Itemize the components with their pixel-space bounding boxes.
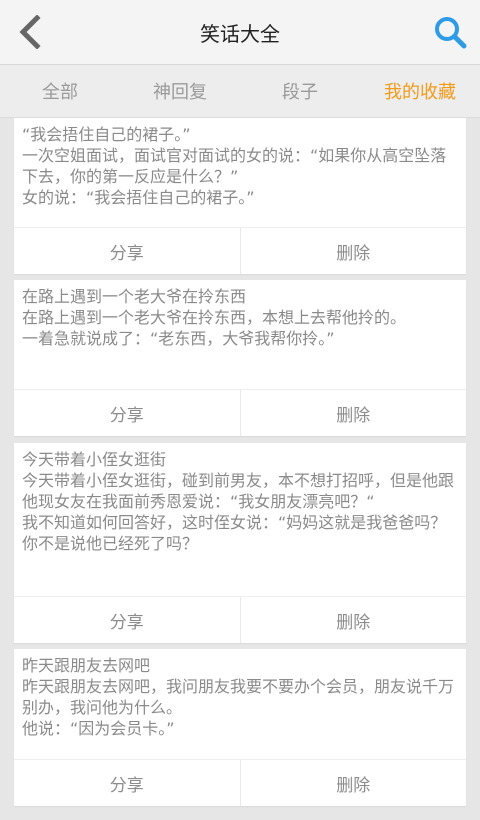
joke-text: 一次空姐面试，面试官对面试的女的说：“如果你从高空坠落下去，你的第一反应是什么？… (22, 146, 447, 207)
delete-button[interactable]: 删除 (239, 760, 467, 806)
tab-all[interactable]: 全部 (0, 65, 120, 117)
share-button[interactable]: 分享 (14, 228, 240, 274)
tab-jokes[interactable]: 段子 (240, 65, 360, 117)
joke-card: “我会捂住自己的裙子。” 一次空姐面试，面试官对面试的女的说：“如果你从高空坠落… (14, 118, 466, 274)
joke-card: 今天带着小侄女逛街 今天带着小侄女逛街，碰到前男友，本不想打招呼，但是他跟他现女… (14, 443, 466, 643)
joke-title: 今天带着小侄女逛街 (22, 450, 167, 469)
card-actions: 分享 删除 (14, 227, 466, 274)
share-button[interactable]: 分享 (14, 597, 240, 643)
tab-my-favorites[interactable]: 我的收藏 (360, 65, 480, 117)
delete-button[interactable]: 删除 (239, 390, 467, 436)
card-actions: 分享 删除 (14, 596, 466, 643)
joke-text: 今天带着小侄女逛街，碰到前男友，本不想打招呼，但是他跟他现女友在我面前秀恩爱说：… (22, 471, 455, 553)
search-button[interactable] (428, 10, 472, 54)
delete-button[interactable]: 删除 (239, 228, 467, 274)
card-actions: 分享 删除 (14, 389, 466, 436)
joke-text: 昨天跟朋友去网吧，我问朋友我要不要办个会员，朋友说千万别办，我问他为什么。 他说… (22, 677, 455, 738)
top-bar: 笑话大全 (0, 0, 480, 65)
joke-title: 在路上遇到一个老大爷在拎东西 (22, 287, 247, 306)
joke-title: “我会捂住自己的裙子。” (22, 125, 191, 144)
joke-card: 在路上遇到一个老大爷在拎东西 在路上遇到一个老大爷在拎东西，本想上去帮他拎的。 … (14, 280, 466, 436)
joke-text: 在路上遇到一个老大爷在拎东西，本想上去帮他拎的。 一着急就说成了：“老东西，大爷… (22, 308, 407, 348)
share-button[interactable]: 分享 (14, 390, 240, 436)
search-icon (435, 17, 467, 49)
card-actions: 分享 删除 (14, 759, 466, 806)
tab-witty-replies[interactable]: 神回复 (120, 65, 240, 117)
delete-button[interactable]: 删除 (239, 597, 467, 643)
category-tabs: 全部 神回复 段子 我的收藏 (0, 65, 480, 118)
page-title: 笑话大全 (200, 21, 280, 46)
joke-card: 昨天跟朋友去网吧 昨天跟朋友去网吧，我问朋友我要不要办个会员，朋友说千万别办，我… (14, 649, 466, 806)
joke-title: 昨天跟朋友去网吧 (22, 656, 151, 675)
share-button[interactable]: 分享 (14, 760, 240, 806)
